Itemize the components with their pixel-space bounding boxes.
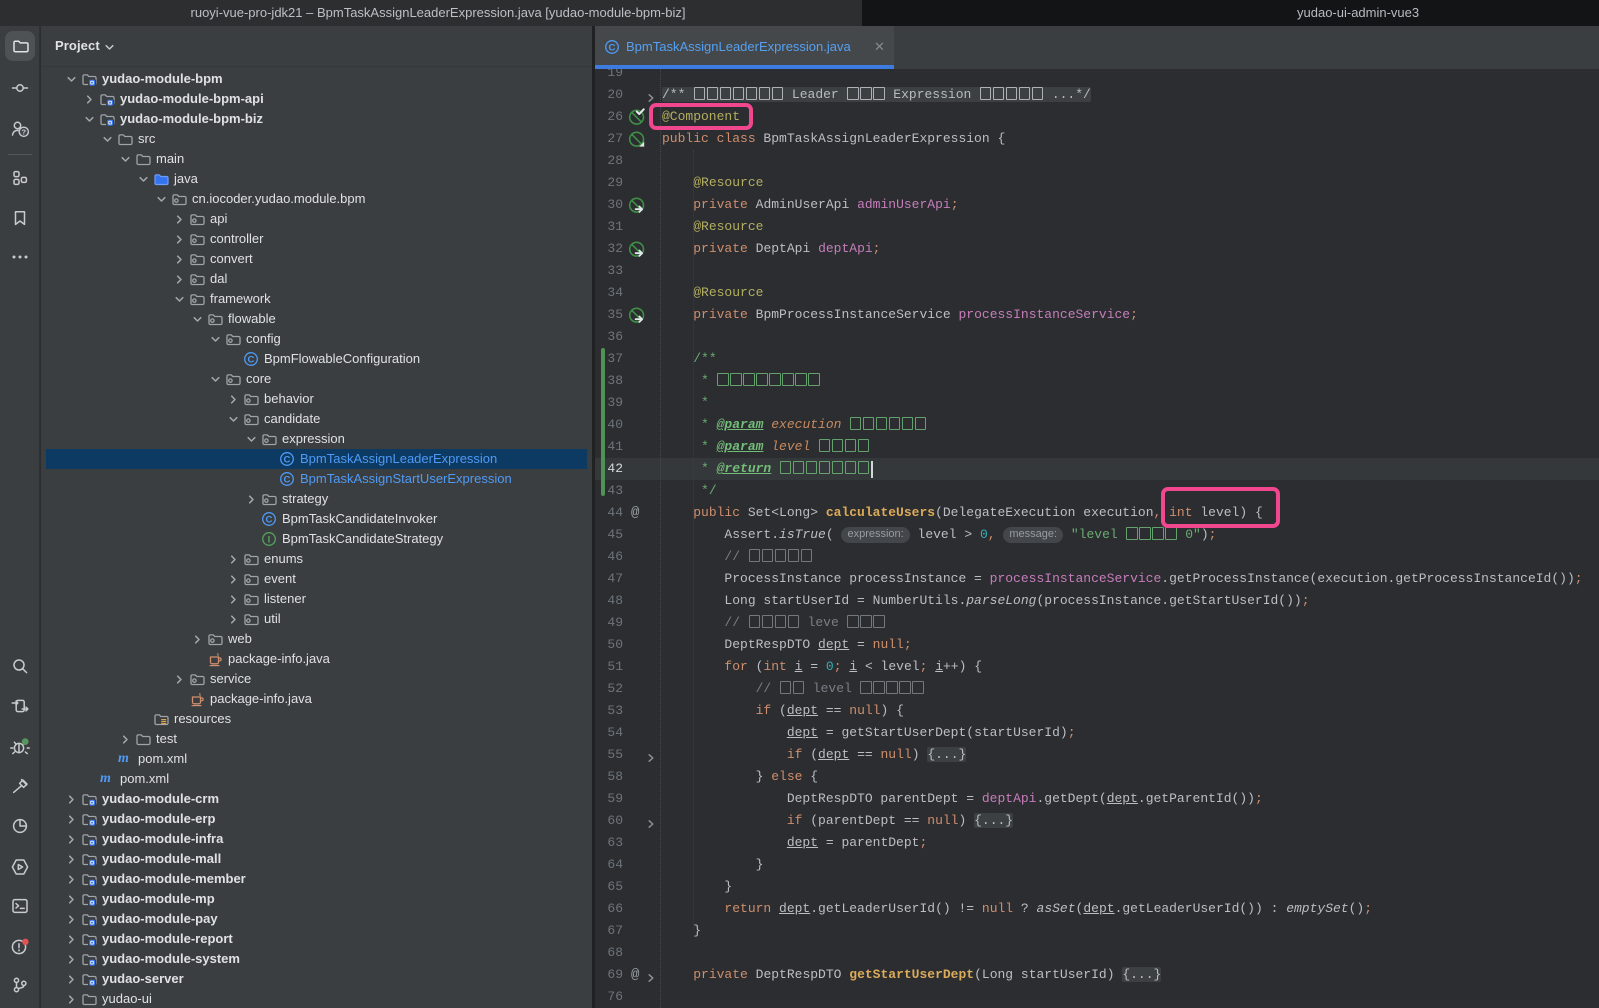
svg-text:C: C xyxy=(609,43,616,54)
svg-text:C: C xyxy=(248,355,255,366)
svg-text:I: I xyxy=(268,535,271,546)
svg-text:C: C xyxy=(284,455,291,466)
svg-text:C: C xyxy=(266,515,273,526)
svg-text:?: ? xyxy=(22,128,27,137)
svg-text:C: C xyxy=(284,475,291,486)
